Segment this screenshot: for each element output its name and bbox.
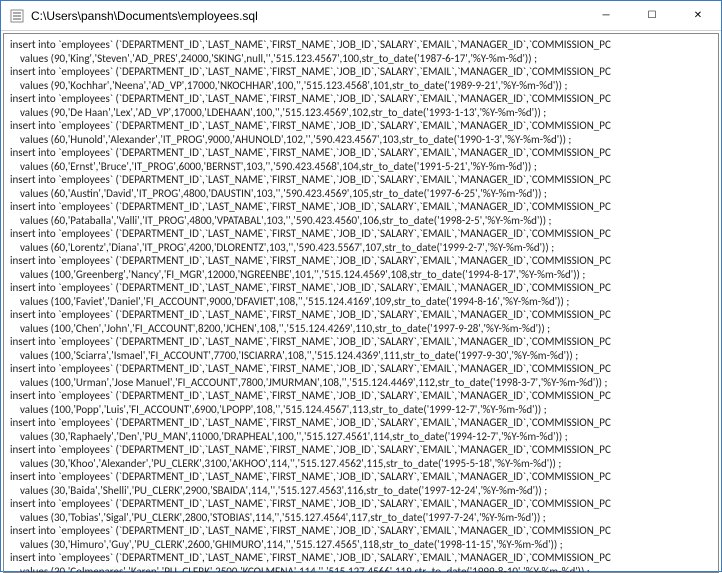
sql-line: values (60,'Ernst','Bruce','IT_PROG',600… [10,160,712,174]
sql-line: values (100,'Urman','Jose Manuel','FI_AC… [10,376,712,390]
sql-line: insert into `employees` (`DEPARTMENT_ID`… [10,119,712,133]
sql-line: values (30,'Raphaely','Den','PU_MAN',110… [10,430,712,444]
sql-line: insert into `employees` (`DEPARTMENT_ID`… [10,551,712,565]
sql-line: values (100,'Sciarra','Ismael','FI_ACCOU… [10,349,712,363]
sql-line: insert into `employees` (`DEPARTMENT_ID`… [10,443,712,457]
sql-line: insert into `employees` (`DEPARTMENT_ID`… [10,497,712,511]
sql-line: values (30,'Himuro','Guy','PU_CLERK',260… [10,538,712,552]
sql-line: insert into `employees` (`DEPARTMENT_ID`… [10,92,712,106]
sql-line: values (100,'Popp','Luis','FI_ACCOUNT',6… [10,403,712,417]
sql-line: values (30,'Tobias','Sigal','PU_CLERK',2… [10,511,712,525]
sql-line: insert into `employees` (`DEPARTMENT_ID`… [10,308,712,322]
text-content[interactable]: insert into `employees` (`DEPARTMENT_ID`… [3,33,719,573]
sql-line: insert into `employees` (`DEPARTMENT_ID`… [10,362,712,376]
window-title: C:\Users\pansh\Documents\employees.sql [31,9,583,23]
sql-line: insert into `employees` (`DEPARTMENT_ID`… [10,65,712,79]
sql-line: values (100,'Greenberg','Nancy','FI_MGR'… [10,268,712,282]
sql-line: insert into `employees` (`DEPARTMENT_ID`… [10,281,712,295]
sql-line: insert into `employees` (`DEPARTMENT_ID`… [10,416,712,430]
sql-line: values (100,'Chen','John','FI_ACCOUNT',8… [10,322,712,336]
sql-line: insert into `employees` (`DEPARTMENT_ID`… [10,389,712,403]
titlebar[interactable]: C:\Users\pansh\Documents\employees.sql ─… [1,1,721,31]
sql-line: insert into `employees` (`DEPARTMENT_ID`… [10,38,712,52]
sql-line: values (60,'Pataballa','Valli','IT_PROG'… [10,214,712,228]
close-button[interactable]: ✕ [675,1,721,30]
sql-line: insert into `employees` (`DEPARTMENT_ID`… [10,200,712,214]
sql-line: insert into `employees` (`DEPARTMENT_ID`… [10,146,712,160]
sql-line: values (60,'Hunold','Alexander','IT_PROG… [10,133,712,147]
sql-line: values (90,'De Haan','Lex','AD_VP',17000… [10,106,712,120]
sql-line: values (100,'Faviet','Daniel','FI_ACCOUN… [10,295,712,309]
sql-line: insert into `employees` (`DEPARTMENT_ID`… [10,335,712,349]
app-icon [9,8,25,24]
sql-line: insert into `employees` (`DEPARTMENT_ID`… [10,524,712,538]
sql-line: insert into `employees` (`DEPARTMENT_ID`… [10,254,712,268]
sql-line: values (30,'Baida','Shelli','PU_CLERK',2… [10,484,712,498]
sql-line: values (60,'Lorentz','Diana','IT_PROG',4… [10,241,712,255]
sql-line: values (90,'Kochhar','Neena','AD_VP',170… [10,79,712,93]
sql-line: insert into `employees` (`DEPARTMENT_ID`… [10,470,712,484]
sql-line: values (60,'Austin','David','IT_PROG',48… [10,187,712,201]
sql-line: values (30,'Khoo','Alexander','PU_CLERK'… [10,457,712,471]
minimize-button[interactable]: ─ [583,1,629,30]
sql-line: insert into `employees` (`DEPARTMENT_ID`… [10,227,712,241]
window-controls: ─ ☐ ✕ [583,1,721,30]
sql-line: values (90,'King','Steven','AD_PRES',240… [10,52,712,66]
maximize-button[interactable]: ☐ [629,1,675,30]
sql-line: insert into `employees` (`DEPARTMENT_ID`… [10,173,712,187]
